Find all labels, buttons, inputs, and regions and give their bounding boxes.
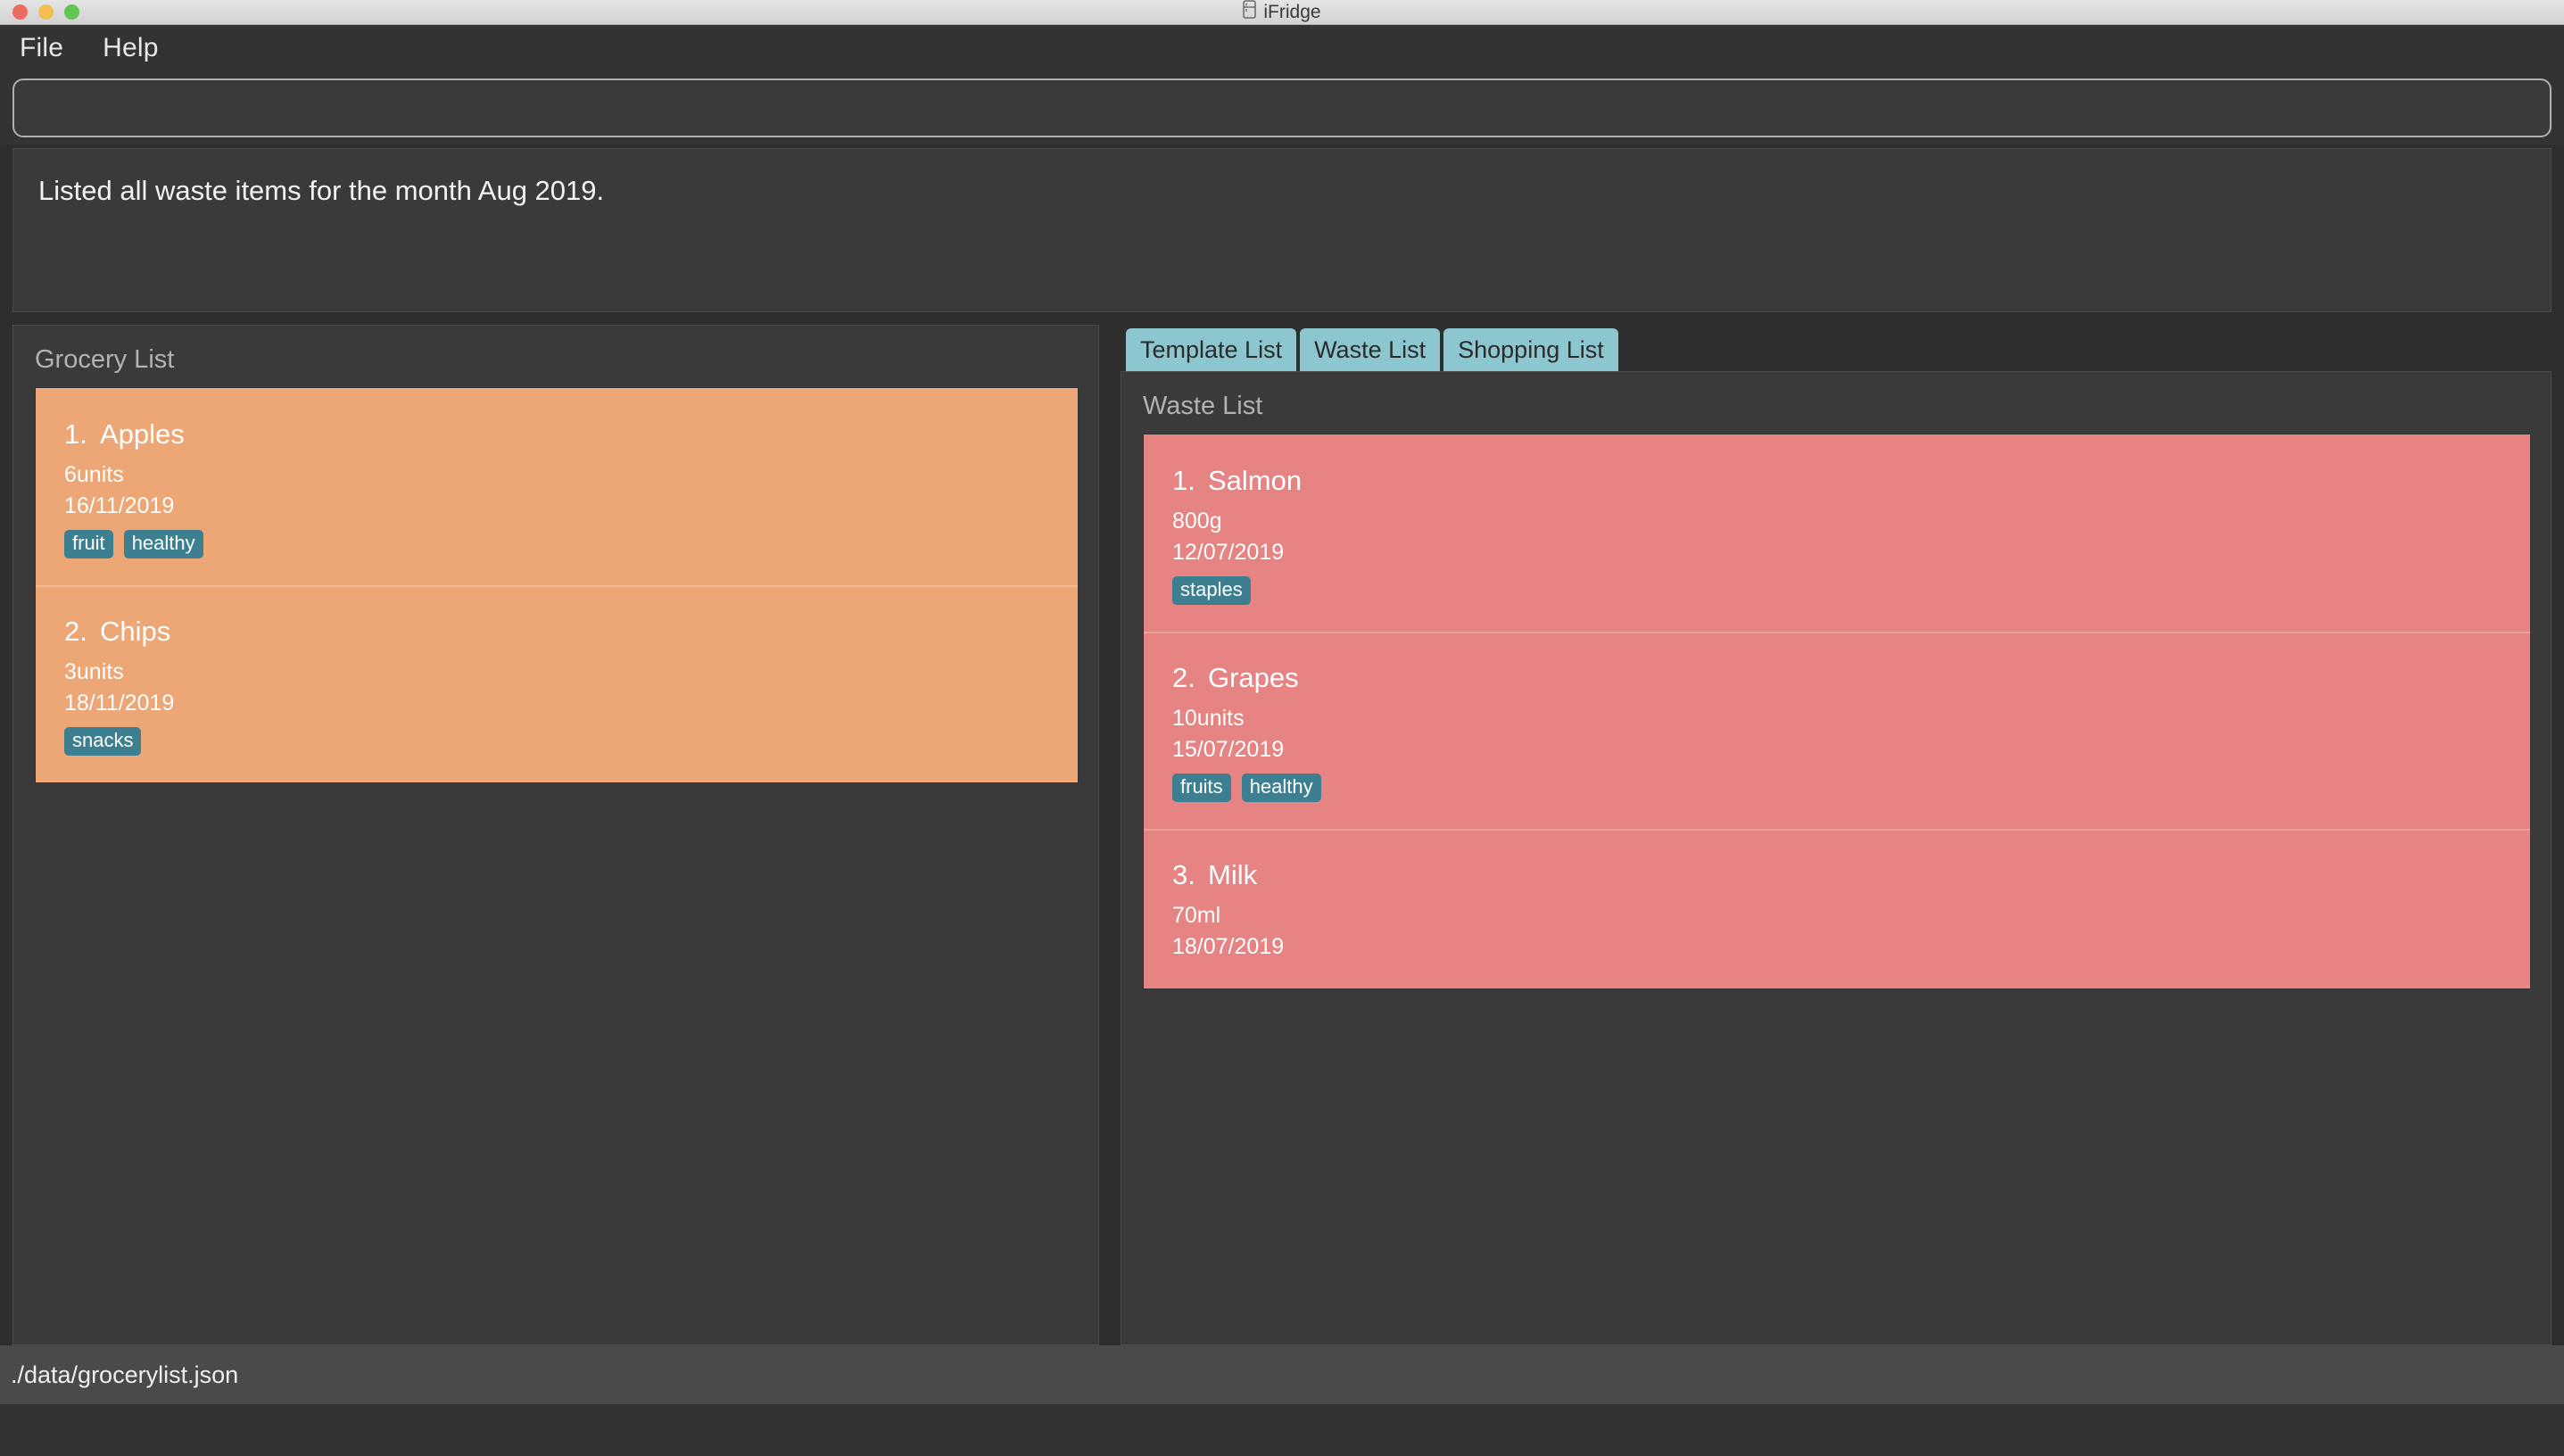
item-quantity: 800g [1172, 506, 2502, 537]
tag-chip[interactable]: snacks [64, 727, 141, 756]
waste-list-frame: Waste List 1. Salmon 800g 12/07/2019 sta… [1121, 371, 2552, 1345]
tag-chip[interactable]: healthy [124, 530, 203, 558]
menu-item-file[interactable]: File [20, 33, 63, 63]
main-panels: Grocery List 1. Apples 6units 16/11/2019… [0, 312, 2564, 1345]
list-item[interactable]: 3. Milk 70ml 18/07/2019 [1144, 829, 2530, 989]
item-index: 3. [1172, 859, 1195, 891]
status-bar-path: ./data/grocerylist.json [11, 1361, 238, 1389]
window-title-group: iFridge [0, 0, 2564, 24]
tab-shopping-list[interactable]: Shopping List [1443, 328, 1618, 371]
item-quantity: 70ml [1172, 900, 2502, 931]
grocery-items: 1. Apples 6units 16/11/2019 fruit health… [35, 387, 1079, 783]
item-quantity: 6units [64, 459, 1049, 491]
item-index: 1. [64, 418, 87, 451]
traffic-light-group [0, 4, 79, 20]
item-tags: fruit healthy [64, 530, 1049, 558]
grocery-panel: Grocery List 1. Apples 6units 16/11/2019… [12, 325, 1099, 1345]
item-quantity: 10units [1172, 703, 2502, 734]
item-date: 18/07/2019 [1172, 931, 2502, 963]
tab-strip: Template List Waste List Shopping List [1121, 325, 2552, 371]
item-name: Chips [100, 616, 170, 648]
feedback-message: Listed all waste items for the month Aug… [38, 174, 2526, 207]
tag-chip[interactable]: fruit [64, 530, 113, 558]
list-item[interactable]: 1. Salmon 800g 12/07/2019 staples [1144, 434, 2530, 632]
close-window-button[interactable] [12, 4, 28, 20]
item-name: Apples [100, 418, 185, 451]
window-titlebar: iFridge [0, 0, 2564, 25]
item-tags: snacks [64, 727, 1049, 756]
item-date: 18/11/2019 [64, 688, 1049, 719]
minimize-window-button[interactable] [38, 4, 54, 20]
list-item[interactable]: 2. Chips 3units 18/11/2019 snacks [36, 585, 1078, 782]
item-index: 2. [64, 616, 87, 648]
tag-chip[interactable]: fruits [1172, 774, 1231, 802]
right-tab-panel: Template List Waste List Shopping List W… [1121, 325, 2552, 1345]
list-item[interactable]: 1. Apples 6units 16/11/2019 fruit health… [36, 388, 1078, 585]
command-input[interactable] [12, 79, 2552, 137]
command-bar [0, 71, 2564, 145]
item-heading: 2. Chips [64, 616, 1049, 648]
item-index: 1. [1172, 465, 1195, 497]
item-heading: 2. Grapes [1172, 662, 2502, 694]
fridge-icon [1243, 0, 1256, 24]
window-title-text: iFridge [1263, 2, 1320, 23]
waste-items: 1. Salmon 800g 12/07/2019 staples 2. Gra… [1143, 434, 2531, 989]
status-bar: ./data/grocerylist.json [0, 1345, 2564, 1404]
item-date: 16/11/2019 [64, 491, 1049, 522]
item-date: 12/07/2019 [1172, 537, 2502, 568]
item-tags: fruits healthy [1172, 774, 2502, 802]
maximize-window-button[interactable] [64, 4, 79, 20]
item-name: Milk [1208, 859, 1257, 891]
item-heading: 1. Apples [64, 418, 1049, 451]
tag-chip[interactable]: staples [1172, 576, 1251, 605]
list-item[interactable]: 2. Grapes 10units 15/07/2019 fruits heal… [1144, 632, 2530, 829]
feedback-box: Listed all waste items for the month Aug… [12, 148, 2552, 312]
item-quantity: 3units [64, 657, 1049, 688]
tag-chip[interactable]: healthy [1242, 774, 1321, 802]
item-name: Salmon [1208, 465, 1302, 497]
waste-list-title: Waste List [1143, 392, 2531, 421]
menu-item-help[interactable]: Help [103, 33, 159, 63]
item-index: 2. [1172, 662, 1195, 694]
tab-template-list[interactable]: Template List [1126, 328, 1296, 371]
item-tags: staples [1172, 576, 2502, 605]
item-name: Grapes [1208, 662, 1299, 694]
grocery-list-title: Grocery List [35, 345, 1079, 375]
feedback-area: Listed all waste items for the month Aug… [0, 145, 2564, 312]
menu-bar: File Help [0, 25, 2564, 71]
tab-waste-list[interactable]: Waste List [1300, 328, 1440, 371]
item-date: 15/07/2019 [1172, 734, 2502, 765]
item-heading: 1. Salmon [1172, 465, 2502, 497]
item-heading: 3. Milk [1172, 859, 2502, 891]
grocery-list-frame: Grocery List 1. Apples 6units 16/11/2019… [12, 325, 1099, 1345]
